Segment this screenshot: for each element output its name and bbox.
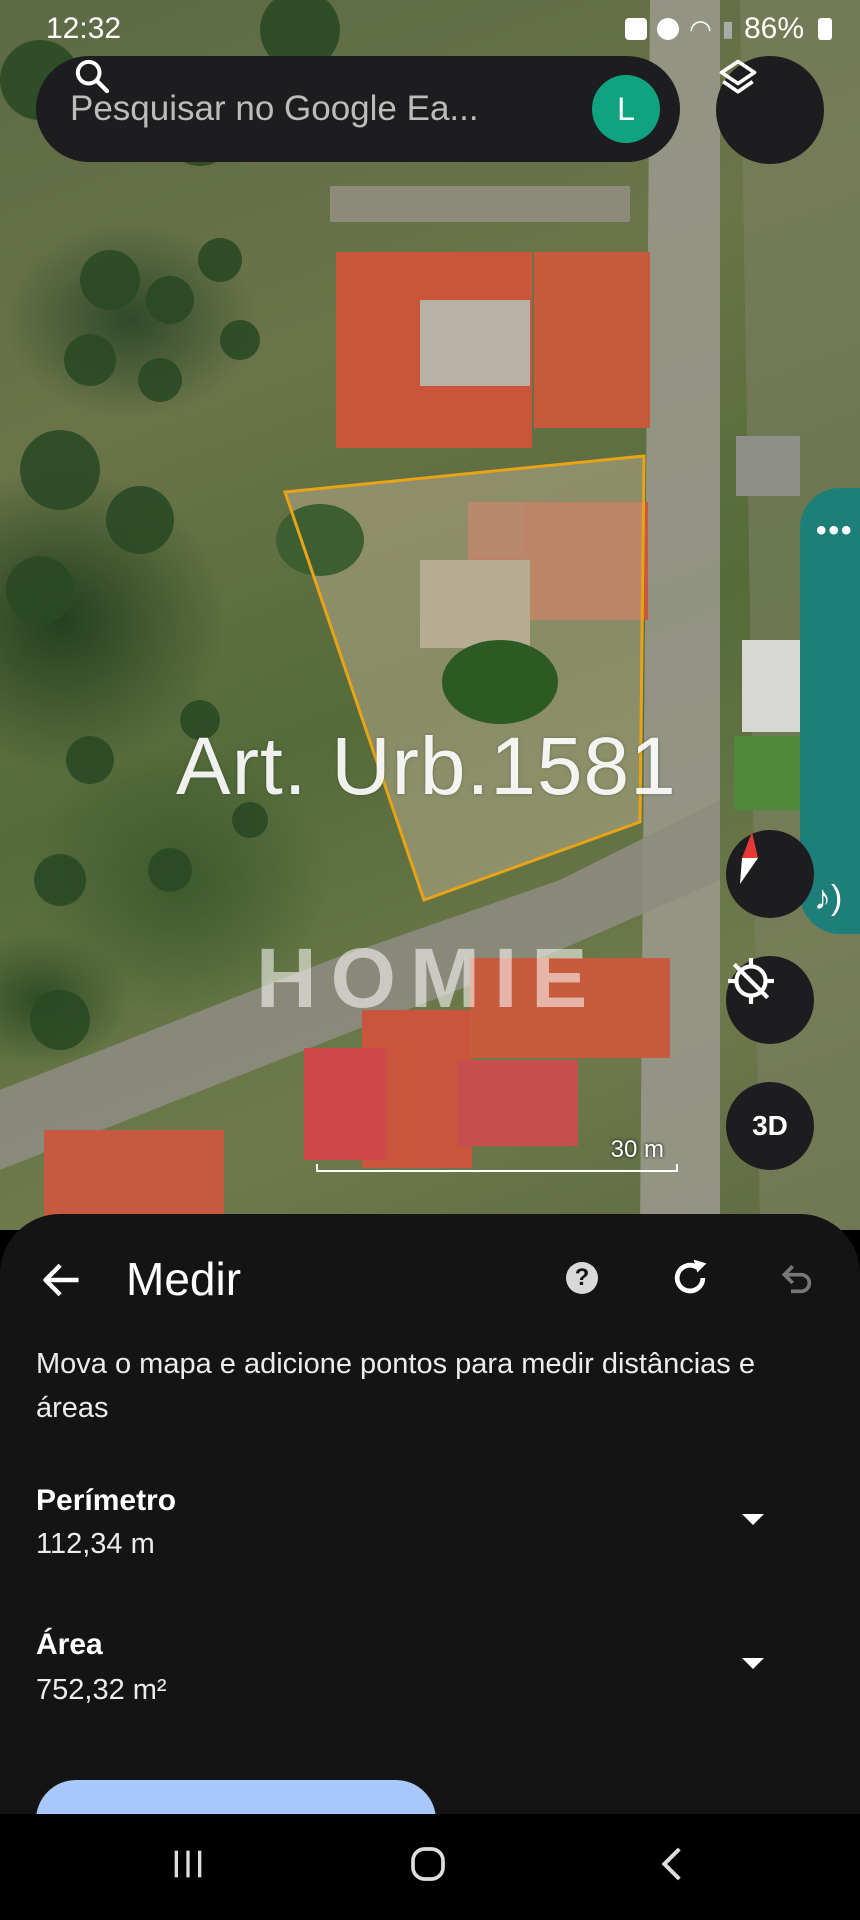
compass-button[interactable] [726,830,814,918]
help-icon[interactable]: ? [566,1262,598,1294]
avatar[interactable]: L [592,75,660,143]
scale-bar: 30 m [316,1136,678,1172]
nav-back-icon[interactable] [656,1844,686,1884]
measure-sheet: Medir ? Mova o mapa e adicione pontos pa… [0,1214,860,1814]
home-icon[interactable] [408,1844,448,1884]
3d-toggle-button[interactable]: 3D [726,1082,814,1170]
area-label: Área [36,1628,103,1661]
area-value: 752,32 m² [36,1674,167,1706]
layers-icon [719,59,757,94]
signal-icon: ▮ [721,16,734,41]
primary-action-button[interactable] [36,1780,436,1814]
watermark: HOMIE [256,931,602,1025]
search-input[interactable]: Pesquisar no Google Ea... [70,89,592,129]
locate-off-icon [728,958,774,1004]
perimeter-value: 112,34 m [36,1528,155,1560]
sheet-title: Medir [126,1253,242,1305]
compass-icon [740,832,758,884]
satellite-map[interactable]: 12:32 ◠ ▮ 86% Pesquisar no Google Ea... … [0,0,860,1230]
perimeter-label: Perímetro [36,1484,177,1517]
audio-icon[interactable]: ♪) [814,879,842,918]
wifi-icon: ◠ [689,13,712,44]
scale-label: 30 m [610,1136,664,1163]
notification-icon [625,18,648,40]
measure-instructions: Mova o mapa e adicione pontos para medir… [36,1348,755,1424]
status-bar: 12:32 ◠ ▮ 86% [0,0,860,56]
recents-icon[interactable] [168,1844,208,1884]
more-icon[interactable]: ••• [816,514,854,548]
undo-icon[interactable] [776,1258,816,1298]
status-time: 12:32 [46,12,122,45]
map-imagery [0,0,860,1230]
search-icon [75,59,110,94]
alarm-icon [657,18,680,40]
layers-button[interactable] [716,56,824,164]
scale-line [316,1164,678,1172]
area-dropdown-icon[interactable] [742,1658,764,1669]
map-overlay-label: Art. Urb.1581 [176,721,677,812]
battery-percent: 86% [743,12,804,45]
battery-icon [818,18,832,40]
status-icons: ◠ ▮ 86% [625,12,832,46]
system-navigation-bar [0,1814,860,1920]
refresh-icon[interactable] [668,1256,712,1300]
back-arrow-icon[interactable] [40,1258,84,1302]
search-bar[interactable]: Pesquisar no Google Ea... L [36,56,680,162]
perimeter-dropdown-icon[interactable] [742,1514,764,1525]
my-location-button[interactable] [726,956,814,1044]
